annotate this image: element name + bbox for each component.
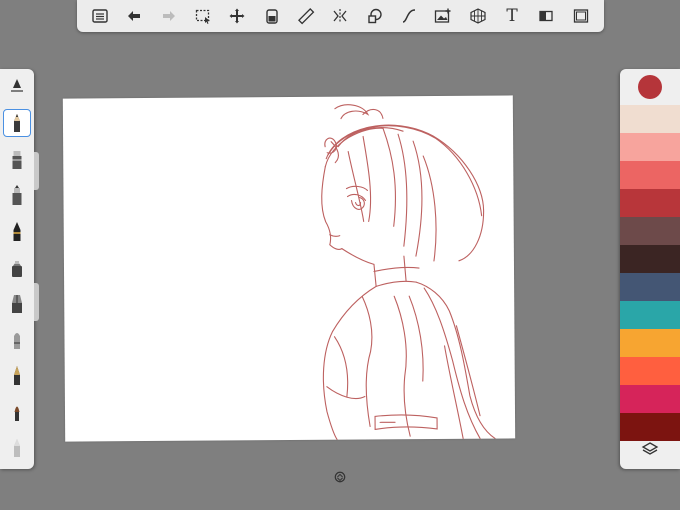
redo-icon[interactable] xyxy=(156,3,182,29)
fill-brush-icon[interactable] xyxy=(3,253,31,281)
brush-settings-icon[interactable] xyxy=(3,73,31,101)
menu-icon[interactable] xyxy=(87,3,113,29)
ink-pen-brush-icon[interactable] xyxy=(3,217,31,245)
marker-brush-icon[interactable] xyxy=(3,145,31,173)
selection-icon[interactable] xyxy=(190,3,216,29)
ruler-icon[interactable] xyxy=(293,3,319,29)
color-swatch-6[interactable] xyxy=(620,245,680,273)
undo-icon[interactable] xyxy=(121,3,147,29)
brush-panel-grip-lower[interactable] xyxy=(34,283,39,321)
text-tool-label: T xyxy=(506,6,518,26)
color-swatch-list xyxy=(620,105,680,441)
layers-button[interactable] xyxy=(620,429,680,469)
canvas-reset-handle[interactable] xyxy=(333,470,347,484)
color-swatch-7[interactable] xyxy=(620,273,680,301)
canvas-icon[interactable] xyxy=(568,3,594,29)
color-swatch-9[interactable] xyxy=(620,329,680,357)
top-toolbar: T xyxy=(77,0,604,32)
felt-tip-brush-icon[interactable] xyxy=(3,181,31,209)
color-swatch-8[interactable] xyxy=(620,301,680,329)
perspective-icon[interactable] xyxy=(465,3,491,29)
transform-icon[interactable] xyxy=(224,3,250,29)
drawing-canvas[interactable] xyxy=(62,95,516,442)
text-icon[interactable]: T xyxy=(499,3,525,29)
color-swatch-3[interactable] xyxy=(620,161,680,189)
paintbrush-icon[interactable] xyxy=(3,397,31,425)
calligraphy-brush-icon[interactable] xyxy=(3,361,31,389)
sketch-drawing xyxy=(321,104,496,441)
color-palette xyxy=(620,69,680,469)
color-swatch-2[interactable] xyxy=(620,133,680,161)
layer-mode-icon[interactable] xyxy=(533,3,559,29)
image-icon[interactable] xyxy=(430,3,456,29)
color-swatch-1[interactable] xyxy=(620,105,680,133)
eraser-brush-icon[interactable] xyxy=(3,433,31,461)
color-swatch-10[interactable] xyxy=(620,357,680,385)
circle-arrows-icon xyxy=(334,471,346,483)
fill-icon[interactable] xyxy=(259,3,285,29)
brush-panel-grip-upper[interactable] xyxy=(34,152,39,190)
pencil-brush-icon[interactable] xyxy=(3,109,31,137)
brush-palette xyxy=(0,69,34,469)
current-color-swatch[interactable] xyxy=(638,75,662,99)
color-swatch-4[interactable] xyxy=(620,189,680,217)
curve-icon[interactable] xyxy=(396,3,422,29)
layers-icon xyxy=(641,442,659,455)
color-swatch-11[interactable] xyxy=(620,385,680,413)
color-swatch-5[interactable] xyxy=(620,217,680,245)
paint-brush-icon[interactable] xyxy=(3,289,31,317)
airbrush-icon[interactable] xyxy=(3,325,31,353)
symmetry-icon[interactable] xyxy=(327,3,353,29)
shapes-icon[interactable] xyxy=(362,3,388,29)
